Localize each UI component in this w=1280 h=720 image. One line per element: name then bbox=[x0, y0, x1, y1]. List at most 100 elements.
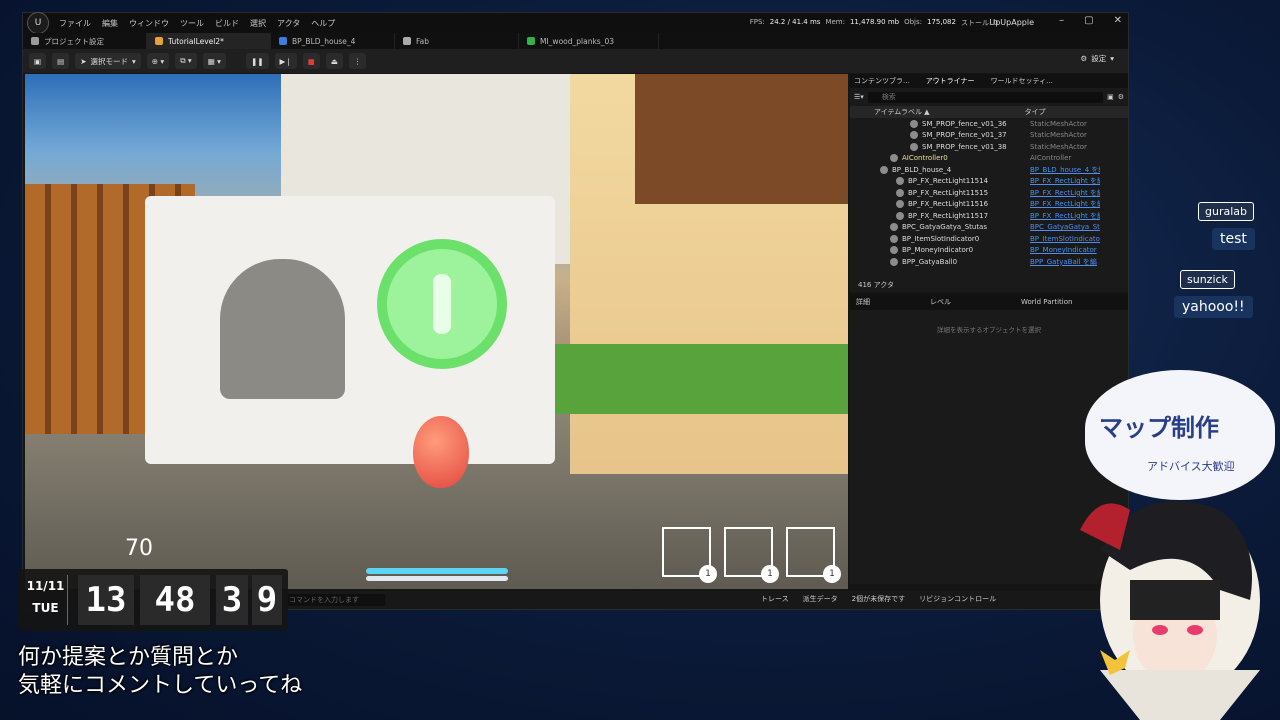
menu-actor[interactable]: アクタ bbox=[277, 18, 300, 29]
window-controls: – ▢ ✕ bbox=[1059, 15, 1122, 26]
tab-fab[interactable]: Fab bbox=[395, 33, 519, 49]
maximize-icon[interactable]: ▢ bbox=[1084, 15, 1093, 26]
item-slot: 1 bbox=[724, 527, 779, 583]
fps-label: FPS: bbox=[749, 18, 765, 26]
actor-icon bbox=[896, 200, 904, 209]
settings-button[interactable]: ⚙ 設定 ▾ bbox=[1081, 53, 1115, 64]
outliner-row[interactable]: BPC_GatyaGatya_Stutas BPC_GatyaGatya_St bbox=[850, 222, 1128, 234]
menu-file[interactable]: ファイル bbox=[59, 18, 91, 29]
outliner-row[interactable]: BP_BLD_house_4 BP_BLD_house_4 を編 bbox=[850, 164, 1128, 176]
vtuber-avatar bbox=[1080, 501, 1260, 720]
eject-button[interactable]: ⏏ bbox=[325, 53, 343, 69]
content-browser-icon[interactable]: ▤ bbox=[52, 53, 70, 69]
outliner-row[interactable]: BP_FX_RectLight11514 BP_FX_RectLight を編 bbox=[850, 176, 1128, 188]
actor-type[interactable]: BPP_GatyaBall を編 bbox=[1030, 257, 1100, 267]
cinematics-button[interactable]: ▦ ▾ bbox=[202, 53, 226, 69]
outliner-row[interactable]: BP_FX_RectLight11516 BP_FX_RectLight を編 bbox=[850, 199, 1128, 211]
menu-edit[interactable]: 編集 bbox=[102, 18, 118, 29]
unreal-logo-icon[interactable]: U bbox=[27, 12, 49, 34]
details-empty-message: 詳細を表示するオブジェクトを選択 bbox=[937, 326, 1041, 334]
actor-type[interactable]: BP_FX_RectLight を編 bbox=[1030, 188, 1100, 198]
actor-type[interactable]: BP_BLD_house_4 を編 bbox=[1030, 165, 1100, 175]
outliner-row[interactable]: BP_MoneyIndicator0 BP_MoneyIndicator bbox=[850, 245, 1128, 257]
add-actor-button[interactable]: ⊕ ▾ bbox=[146, 53, 170, 69]
outliner-row[interactable]: AIController0 AIController bbox=[850, 153, 1128, 165]
minimize-icon[interactable]: – bbox=[1059, 15, 1064, 26]
actor-type[interactable]: BP_FX_RectLight を編 bbox=[1030, 211, 1100, 221]
outliner-row[interactable]: BPP_GatyaBall0 BPP_GatyaBall を編 bbox=[850, 256, 1128, 268]
outliner-row[interactable]: BP_FX_RectLight11517 BP_FX_RectLight を編 bbox=[850, 210, 1128, 222]
actor-type: StaticMeshActor bbox=[1030, 131, 1087, 140]
actor-type: AIController bbox=[1030, 154, 1072, 163]
step-button[interactable]: ▶❘ bbox=[274, 53, 297, 69]
tab-details[interactable]: 詳細 bbox=[856, 297, 870, 307]
tab-world-partition[interactable]: World Partition bbox=[1021, 298, 1072, 306]
col-type[interactable]: タイプ bbox=[1025, 106, 1046, 118]
outliner-row[interactable]: SM_PROP_fence_v01_36 StaticMeshActor bbox=[850, 118, 1128, 130]
console-command-input[interactable]: コマンドを入力します bbox=[285, 594, 385, 606]
slot-count: 1 bbox=[699, 565, 717, 583]
save-icon[interactable]: ▣ bbox=[29, 53, 47, 69]
gear-icon[interactable]: ⚙ bbox=[1118, 93, 1124, 101]
tab-world-settings[interactable]: ワールドセッティ... bbox=[991, 76, 1053, 86]
menu-window[interactable]: ウィンドウ bbox=[129, 18, 169, 29]
menu-build[interactable]: ビルド bbox=[215, 18, 239, 29]
outliner-search-row: ☰▾ 検索 ▣ ⚙ bbox=[854, 90, 1124, 104]
level-viewport[interactable]: 70 1 1 1 bbox=[25, 74, 848, 589]
slot-count: 1 bbox=[823, 565, 841, 583]
gear-icon: ⚙ bbox=[1080, 54, 1088, 63]
outliner-row[interactable]: SM_PROP_fence_v01_38 StaticMeshActor bbox=[850, 141, 1128, 153]
outliner-row[interactable]: BP_FX_RectLight11515 BP_FX_RectLight を編 bbox=[850, 187, 1128, 199]
actor-type[interactable]: BP_ItemSlotIndicato bbox=[1030, 235, 1100, 243]
tab-tutorial-level[interactable]: TutorialLevel2* bbox=[147, 33, 271, 49]
tab-bp-bld-house[interactable]: BP_BLD_house_4 bbox=[271, 33, 395, 49]
player-egg bbox=[413, 416, 469, 488]
pause-button[interactable]: ❚❚ bbox=[245, 53, 269, 69]
mem-label: Mem: bbox=[825, 18, 845, 26]
tab-label: プロジェクト設定 bbox=[44, 36, 104, 46]
outliner-row[interactable]: BP_ItemSlotIndicator0 BP_ItemSlotIndicato bbox=[850, 233, 1128, 245]
blueprint-button[interactable]: ⧉ ▾ bbox=[175, 53, 197, 69]
actor-icon bbox=[910, 119, 918, 128]
objs-label: Objs: bbox=[904, 18, 922, 26]
tab-content-browser[interactable]: コンテンツブラ... bbox=[854, 76, 910, 86]
tab-levels[interactable]: レベル bbox=[930, 297, 951, 307]
outliner-row[interactable]: SM_PROP_fence_v01_37 StaticMeshActor bbox=[850, 130, 1128, 142]
menu-select[interactable]: 選択 bbox=[250, 18, 266, 29]
cursor-icon: ➤ bbox=[80, 56, 87, 66]
document-tab-bar: プロジェクト設定 TutorialLevel2* BP_BLD_house_4 … bbox=[23, 33, 1128, 49]
item-slot: 1 bbox=[662, 527, 717, 583]
derived-data-button[interactable]: 派生データ bbox=[803, 594, 838, 604]
play-options-icon[interactable]: ⋮ bbox=[348, 53, 367, 69]
unsaved-button[interactable]: 2個が未保存です bbox=[852, 594, 905, 604]
folder-icon[interactable]: ▣ bbox=[1107, 93, 1114, 101]
menu-tools[interactable]: ツール bbox=[180, 18, 204, 29]
revision-control-button[interactable]: リビジョンコントロール bbox=[919, 594, 996, 604]
status-right: トレース 派生データ 2個が未保存です リビジョンコントロール bbox=[761, 594, 996, 604]
marble-shelf bbox=[635, 74, 848, 204]
close-icon[interactable]: ✕ bbox=[1114, 15, 1122, 26]
actor-type[interactable]: BPC_GatyaGatya_St bbox=[1030, 223, 1100, 231]
menu-bar: U ファイル 編集 ウィンドウ ツール ビルド 選択 アクタ ヘルプ FPS: … bbox=[23, 12, 1128, 34]
tab-project-settings[interactable]: プロジェクト設定 bbox=[23, 33, 147, 49]
stop-button[interactable]: ■ bbox=[302, 53, 320, 69]
actor-type[interactable]: BP_FX_RectLight を編 bbox=[1030, 176, 1100, 186]
tab-outliner[interactable]: アウトライナー bbox=[926, 76, 975, 86]
main-toolbar: ▣ ▤ ➤ 選択モード ▾ ⊕ ▾ ⧉ ▾ ▦ ▾ ❚❚ ▶❘ ■ ⏏ ⋮ ⚙ … bbox=[23, 49, 1128, 73]
tab-material-instance[interactable]: MI_wood_planks_03 bbox=[519, 33, 659, 49]
col-item-label[interactable]: アイテムラベル ▲ bbox=[874, 106, 930, 118]
actor-name: SM_PROP_fence_v01_38 bbox=[922, 142, 1007, 151]
actor-type[interactable]: BP_FX_RectLight を編 bbox=[1030, 199, 1100, 209]
clock-sec-tens: 3 bbox=[216, 575, 248, 625]
outliner-search-input[interactable]: 検索 bbox=[867, 91, 1104, 103]
chat-username: sunzick bbox=[1180, 270, 1235, 289]
select-mode-dropdown[interactable]: ➤ 選択モード ▾ bbox=[75, 53, 141, 69]
tab-label: BP_BLD_house_4 bbox=[292, 36, 356, 46]
trace-button[interactable]: トレース bbox=[761, 594, 789, 604]
actor-type[interactable]: BP_MoneyIndicator bbox=[1030, 246, 1100, 254]
slot-count: 1 bbox=[761, 565, 779, 583]
filter-icon[interactable]: ☰▾ bbox=[854, 93, 864, 101]
menu-help[interactable]: ヘルプ bbox=[311, 18, 335, 29]
actor-icon bbox=[890, 246, 898, 255]
actor-icon bbox=[890, 257, 898, 266]
